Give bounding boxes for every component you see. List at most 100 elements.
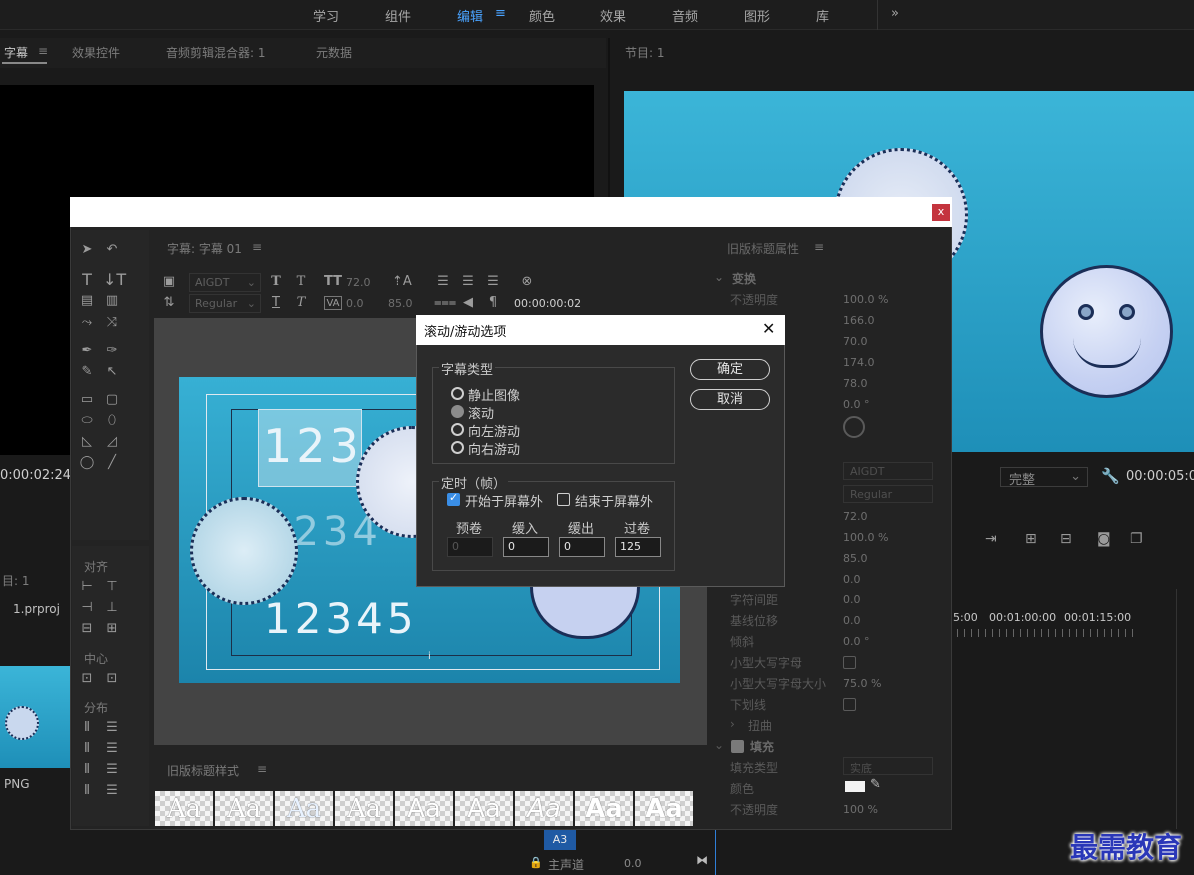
track-target-a3[interactable]: A3 — [544, 830, 576, 850]
align-right-icon[interactable]: ⊟ — [78, 622, 96, 636]
align-text-left-icon[interactable]: ☰ — [434, 275, 452, 289]
workspace-assembly[interactable]: 组件 — [385, 6, 411, 25]
rotation-dial[interactable] — [843, 416, 865, 438]
wedge-tool-icon[interactable]: ◺ — [78, 435, 96, 449]
align-text-center-icon[interactable]: ☰ — [459, 275, 477, 289]
ellipse-tool-icon[interactable]: ◯ — [78, 456, 96, 470]
styles-menu-icon[interactable]: ≡ — [257, 762, 267, 776]
workspace-editing[interactable]: 编辑 — [457, 6, 483, 25]
align-text-right-icon[interactable]: ☰ — [484, 275, 502, 289]
fill-section[interactable]: 填充 — [750, 738, 774, 755]
distort-section[interactable]: 扭曲 — [748, 717, 772, 734]
master-track-value[interactable]: 0.0 — [624, 857, 642, 870]
radio-crawl-left-label[interactable]: 向左游动 — [468, 421, 520, 440]
distribute-icon[interactable]: ☰ — [103, 742, 121, 756]
prop-font-select[interactable]: AIGDT — [843, 462, 933, 480]
distribute-icon[interactable]: ⫴ — [78, 721, 96, 735]
distribute-icon[interactable]: ⫴ — [78, 763, 96, 777]
workspace-menu-icon[interactable]: ≡ — [495, 6, 506, 21]
playback-quality-select[interactable]: 完整 ⌄ — [1000, 467, 1088, 488]
start-off-screen-checkbox[interactable]: ✓ — [447, 491, 460, 506]
titler-panel-menu-icon[interactable]: ≡ — [252, 240, 262, 254]
prop-value[interactable]: 0.0 — [843, 593, 861, 606]
new-title-icon[interactable]: ▣ — [160, 275, 178, 289]
prop-style-select[interactable]: Regular — [843, 485, 933, 503]
area-type-tool-icon[interactable]: ▤ — [78, 294, 96, 308]
font-size-value[interactable]: 72.0 — [346, 276, 371, 289]
chevron-right-icon[interactable]: › — [730, 717, 735, 731]
prop-value[interactable]: 100.0 % — [843, 293, 888, 306]
line-tool-icon[interactable]: ╱ — [103, 456, 121, 470]
playhead[interactable] — [715, 830, 716, 875]
style-swatch[interactable]: Aa — [635, 791, 693, 826]
canvas-text-line[interactable]: 123 — [263, 419, 363, 473]
workspace-learn[interactable]: 学习 — [313, 6, 339, 25]
tab-metadata[interactable]: 元数据 — [316, 44, 352, 61]
more-workspaces-icon[interactable]: » — [891, 6, 899, 21]
cancel-button[interactable]: 取消 — [690, 389, 770, 410]
end-off-screen-checkbox[interactable] — [557, 493, 570, 506]
prop-value[interactable]: 85.0 — [843, 552, 868, 565]
style-swatch[interactable]: Aa — [515, 791, 573, 826]
tab-audio-mixer[interactable]: 音频剪辑混合器: 1 — [166, 44, 266, 61]
distribute-icon[interactable]: ☰ — [103, 721, 121, 735]
eyedropper-icon[interactable]: ✎ — [870, 777, 881, 792]
show-background-icon[interactable]: ◀ — [459, 296, 477, 310]
prop-value[interactable]: 72.0 — [843, 510, 868, 523]
radio-crawl-right-label[interactable]: 向右游动 — [468, 439, 520, 458]
lock-icon[interactable]: 🔒 — [529, 856, 543, 869]
prop-value[interactable]: 100 % — [843, 803, 878, 816]
workspace-color[interactable]: 颜色 — [529, 6, 555, 25]
prop-value[interactable]: 166.0 — [843, 314, 875, 327]
radio-still[interactable] — [451, 387, 464, 400]
style-swatch[interactable]: Aa — [335, 791, 393, 826]
close-icon[interactable]: ✕ — [762, 319, 775, 338]
background-timecode[interactable]: 00:00:00:02 — [514, 297, 581, 310]
project-thumbnail[interactable] — [0, 666, 70, 768]
fill-type-select[interactable]: 实底 — [843, 757, 933, 775]
delete-anchor-tool-icon[interactable]: ✑ — [103, 344, 121, 358]
compare-icon[interactable]: ❐ — [1130, 531, 1143, 547]
lift-icon[interactable]: ⊞ — [1025, 531, 1037, 547]
font-style-select[interactable]: Regular ⌄ — [189, 294, 261, 313]
tab-stops-icon[interactable]: ⩶ — [434, 296, 456, 310]
transform-section[interactable]: 变换 — [732, 270, 756, 287]
vertical-type-tool-icon[interactable]: ↓T — [103, 272, 126, 288]
prop-value[interactable]: 174.0 — [843, 356, 875, 369]
prop-value[interactable]: 0.0 ° — [843, 398, 870, 411]
align-center-v-icon[interactable]: ⊥ — [103, 601, 121, 615]
rectangle-tool-icon[interactable]: ▭ — [78, 393, 96, 407]
align-center-h-icon[interactable]: ⊣ — [78, 601, 96, 615]
style-swatch[interactable]: Aa — [275, 791, 333, 826]
vertical-area-type-tool-icon[interactable]: ▥ — [103, 294, 121, 308]
project-file-name[interactable]: 1.prproj — [13, 602, 60, 616]
rounded-rectangle-tool-icon[interactable]: ▢ — [103, 393, 121, 407]
ease-in-input[interactable]: 0 — [503, 537, 549, 557]
end-off-screen-label[interactable]: 结束于屏幕外 — [575, 491, 653, 510]
arc-tool-icon[interactable]: ◿ — [103, 435, 121, 449]
italic-icon[interactable]: T — [292, 296, 310, 310]
roll-crawl-options-icon[interactable]: ⇅ — [160, 296, 178, 310]
fill-checkbox[interactable] — [731, 740, 744, 753]
center-vertical-icon[interactable]: ⊡ — [103, 672, 121, 686]
canvas-text-line[interactable]: 12345 — [264, 594, 418, 643]
add-anchor-tool-icon[interactable]: ✎ — [78, 365, 96, 379]
prop-value[interactable]: 0.0 — [843, 573, 861, 586]
ok-button[interactable]: 确定 — [690, 359, 770, 380]
prop-value[interactable]: 0.0 ° — [843, 635, 870, 648]
templates-icon[interactable]: ¶ — [484, 296, 502, 310]
radio-crawl-left[interactable] — [451, 423, 464, 436]
workspace-effects[interactable]: 效果 — [600, 6, 626, 25]
step-forward-icon[interactable]: ⇥ — [985, 531, 997, 547]
pen-tool-icon[interactable]: ✒ — [78, 344, 96, 358]
timeline-scrollbar[interactable] — [1176, 589, 1194, 829]
small-caps-checkbox[interactable] — [843, 656, 856, 669]
workspace-libraries[interactable]: 库 — [816, 6, 829, 25]
program-timecode[interactable]: 00:00:05:0 — [1126, 469, 1194, 484]
underline-icon[interactable]: T — [267, 296, 285, 310]
style-swatch[interactable]: Aa — [155, 791, 213, 826]
extract-icon[interactable]: ⊟ — [1060, 531, 1072, 547]
leading-value[interactable]: 85.0 — [388, 297, 413, 310]
type-tool-icon[interactable]: T — [78, 272, 96, 288]
align-top-icon[interactable]: ⊤ — [103, 580, 121, 594]
